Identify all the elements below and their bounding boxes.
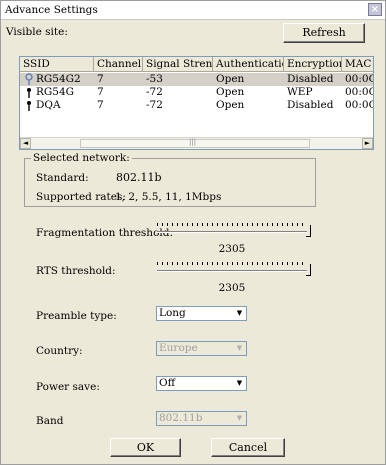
chevron-down-icon: ▼ [236, 414, 243, 422]
horizontal-scrollbar[interactable]: ◄ ||| ► [20, 137, 373, 149]
close-icon[interactable]: × [368, 3, 382, 16]
country-label: Country: [36, 345, 83, 357]
country-value: Europe [159, 342, 198, 354]
scroll-grip: ||| [189, 138, 197, 146]
fragmentation-threshold-value: 2305 [218, 243, 246, 255]
column-header-encryption[interactable]: Encryption [284, 57, 342, 72]
standard-value: 802.11b [116, 171, 162, 184]
refresh-button[interactable]: Refresh [283, 23, 365, 43]
window-title: Advance Settings [5, 4, 98, 16]
power-save-select[interactable]: Off ▼ [156, 376, 247, 391]
standard-label: Standard: [36, 172, 89, 184]
site-list[interactable]: SSID Channel Signal Stren... Authenticat… [19, 56, 374, 150]
table-row[interactable]: RG54G2 7 -53 Open Disabled 00:0C [20, 73, 374, 86]
power-save-label: Power save: [36, 381, 100, 393]
band-select: 802.11b ▼ [156, 411, 247, 426]
cell-encryption: Disabled [287, 73, 334, 85]
slider-ticks [157, 262, 307, 265]
fragmentation-threshold-slider[interactable] [157, 223, 315, 237]
column-header-ssid[interactable]: SSID [20, 57, 94, 72]
cell-signal: -53 [146, 73, 163, 85]
cell-encryption: Disabled [287, 99, 334, 111]
visible-site-label: Visible site: [6, 26, 68, 38]
rts-threshold-value: 2305 [218, 282, 246, 294]
preamble-type-label: Preamble type: [36, 310, 117, 322]
group-title: Selected network: [31, 152, 132, 164]
country-select: Europe ▼ [156, 341, 247, 356]
column-header-signal[interactable]: Signal Stren... [143, 57, 213, 72]
chevron-down-icon[interactable]: ▼ [233, 377, 246, 390]
cell-signal: -72 [146, 99, 163, 111]
cancel-button[interactable]: Cancel [211, 438, 285, 457]
column-header-authentication[interactable]: Authentication [213, 57, 284, 72]
cell-signal: -72 [146, 86, 163, 98]
table-row[interactable]: DQA 7 -72 Open Disabled 00:0C [20, 99, 374, 115]
band-label: Band [36, 415, 64, 427]
cell-auth: Open [216, 73, 245, 85]
scroll-right-icon[interactable]: ► [362, 138, 373, 149]
rates-label: Supported rates: [36, 191, 126, 203]
cell-encryption: WEP [287, 86, 313, 98]
ok-button[interactable]: OK [110, 438, 181, 457]
cell-mac: 00:0C [345, 86, 374, 98]
rates-value: 1, 2, 5.5, 11, 1Mbps [115, 191, 222, 203]
cell-ssid: RG54G [36, 86, 75, 98]
slider-thumb[interactable] [306, 225, 311, 237]
fragmentation-threshold-label: Fragmentation threshold: [36, 227, 174, 239]
preamble-type-value: Long [159, 307, 186, 319]
column-header-mac[interactable]: MAC [342, 57, 373, 72]
cell-auth: Open [216, 86, 245, 98]
table-row[interactable]: RG54G 7 -72 Open WEP 00:0C [20, 86, 374, 99]
cell-auth: Open [216, 99, 245, 111]
scroll-thumb[interactable]: ||| [80, 138, 310, 148]
slider-thumb[interactable] [306, 264, 311, 276]
slider-track [157, 231, 307, 233]
cell-channel: 7 [97, 99, 104, 111]
cell-ssid: DQA [36, 99, 61, 111]
rts-threshold-slider[interactable] [157, 262, 315, 276]
cell-mac: 00:0C [345, 73, 374, 85]
slider-track [157, 270, 307, 272]
preamble-type-select[interactable]: Long ▼ [156, 306, 247, 321]
cell-mac: 00:0C [345, 99, 374, 111]
cell-channel: 7 [97, 73, 104, 85]
signal-icon [25, 99, 35, 115]
slider-ticks [157, 223, 307, 226]
cell-channel: 7 [97, 86, 104, 98]
column-header-channel[interactable]: Channel [94, 57, 143, 72]
chevron-down-icon: ▼ [236, 344, 243, 352]
title-bar: Advance Settings × [1, 1, 385, 20]
rts-threshold-label: RTS threshold: [36, 265, 116, 277]
cell-ssid: RG54G2 [36, 73, 81, 85]
advance-settings-dialog: Advance Settings × Visible site: Refresh… [0, 0, 386, 465]
power-save-value: Off [159, 377, 176, 389]
chevron-down-icon[interactable]: ▼ [233, 307, 246, 320]
band-value: 802.11b [159, 412, 203, 424]
scroll-left-icon[interactable]: ◄ [20, 138, 31, 149]
